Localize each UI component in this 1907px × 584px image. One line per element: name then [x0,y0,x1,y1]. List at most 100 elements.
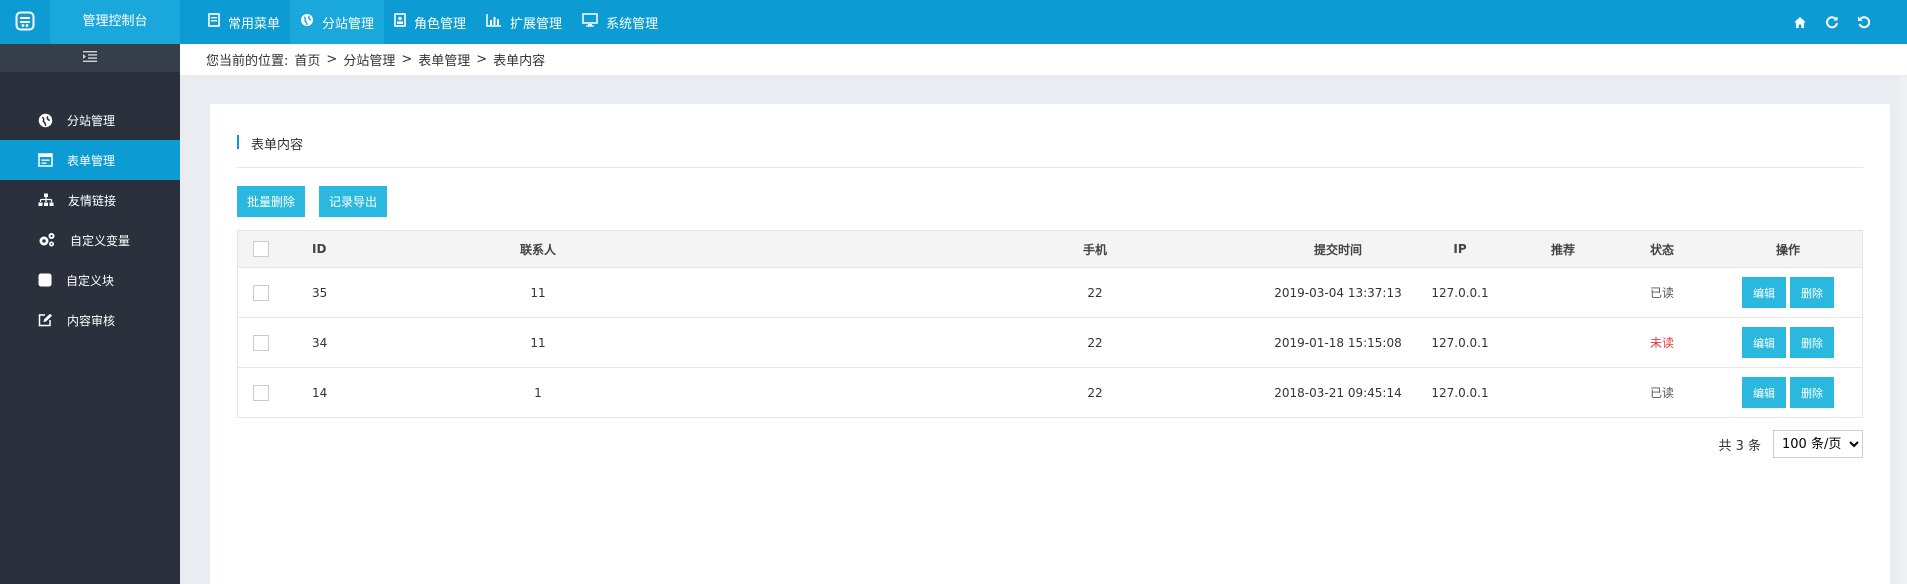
cell-operations: 编辑 删除 [1728,368,1848,417]
sidebar-item-custom-blocks[interactable]: 自定义块 [0,260,180,300]
breadcrumb-separator: > [476,52,488,67]
id-card-icon [394,13,406,31]
cell-ip: 127.0.0.1 [1431,385,1489,400]
breadcrumb-separator: > [401,52,413,67]
dashboard-logo-icon [15,11,35,34]
globe-icon [38,113,53,128]
edit-icon [38,313,53,327]
delete-button[interactable]: 删除 [1790,277,1834,308]
panel-title: 表单内容 [251,138,304,153]
edit-button[interactable]: 编辑 [1742,277,1786,308]
table-row: 34 11 22 2019-01-18 15:15:08 127.0.0.1 未… [238,317,1862,367]
select-all-checkbox[interactable] [253,241,269,257]
breadcrumb-home[interactable]: 首页 [294,50,320,69]
table-row: 14 1 22 2018-03-21 09:45:14 127.0.0.1 已读… [238,367,1862,417]
sidebar-item-label: 自定义变量 [70,233,131,248]
delete-button[interactable]: 删除 [1790,377,1834,408]
bar-chart-icon [486,13,502,31]
panel-title-accent [237,135,239,149]
square-icon [38,273,52,287]
sidebar-toggle[interactable] [0,44,180,72]
page-size-select[interactable]: 100 条/页 [1773,430,1863,458]
column-header-contact: 联系人 [519,242,556,257]
cell-status: 已读 [1649,286,1674,300]
top-nav-label: 系统管理 [606,16,659,32]
top-nav: 常用菜单 分站管理 角色管理 扩展管理 系统管理 [198,0,668,44]
cell-recommend [1533,318,1593,367]
form-records-table: ID 联系人 手机 提交时间 IP 推荐 状态 操作 35 11 22 2019… [237,230,1863,418]
breadcrumb-substation[interactable]: 分站管理 [343,50,395,69]
cell-id: 34 [312,335,328,350]
content-panel: 表单内容 批量删除 记录导出 ID 联系人 手机 提交时间 IP 推荐 状态 操… [210,104,1890,584]
column-header-id: ID [312,242,327,256]
top-tools [1793,0,1871,44]
row-select-cell [253,268,273,317]
top-nav-substation[interactable]: 分站管理 [290,0,385,44]
sidebar-item-label: 友情链接 [68,193,117,208]
edit-button[interactable]: 编辑 [1742,377,1786,408]
sidebar-item-content-review[interactable]: 内容审核 [0,300,180,340]
delete-button[interactable]: 删除 [1790,327,1834,358]
top-nav-label: 常用菜单 [228,16,281,32]
cell-submit-time: 2019-01-18 15:15:08 [1274,335,1402,350]
top-nav-common-menu[interactable]: 常用菜单 [198,0,290,44]
sidebar-item-forms[interactable]: 表单管理 [0,140,180,180]
edit-button[interactable]: 编辑 [1742,327,1786,358]
column-header-recommend: 推荐 [1550,242,1575,257]
monitor-icon [582,13,598,31]
sidebar-item-label: 自定义块 [66,273,115,288]
top-nav-extensions[interactable]: 扩展管理 [476,0,572,44]
sidebar: 分站管理 表单管理 友情链接 自定义变量 自定义块 内容审核 [0,44,180,584]
row-select-cell [253,318,273,367]
page-scrollbar[interactable] [1900,75,1907,584]
cell-contact: 11 [530,285,546,300]
column-header-ip: IP [1453,242,1467,256]
top-nav-system[interactable]: 系统管理 [572,0,668,44]
cell-id: 35 [312,285,328,300]
refresh-icon[interactable] [1825,15,1839,29]
panel-header: 表单内容 [237,133,1863,168]
sidebar-item-label: 分站管理 [67,113,116,128]
sidebar-item-links[interactable]: 友情链接 [0,180,180,220]
sidebar-item-label: 内容审核 [67,313,116,328]
table-row: 35 11 22 2019-03-04 13:37:13 127.0.0.1 已… [238,267,1862,317]
pagination: 共 3 条 100 条/页 [1718,430,1863,458]
row-checkbox[interactable] [253,384,269,401]
row-checkbox[interactable] [253,284,269,301]
column-header-operations: 操作 [1775,242,1800,257]
cell-status-unread: 未读 [1649,336,1674,350]
batch-delete-button[interactable]: 批量删除 [237,186,306,217]
cell-id: 14 [312,385,328,400]
cell-operations: 编辑 删除 [1728,268,1848,317]
row-checkbox[interactable] [253,334,269,351]
top-nav-label: 分站管理 [322,16,375,32]
sidebar-item-substation[interactable]: 分站管理 [0,100,180,140]
cell-operations: 编辑 删除 [1728,318,1848,367]
row-select-cell [253,368,273,417]
globe-icon [300,13,314,31]
breadcrumb-prefix: 您当前的位置: [206,54,289,69]
top-nav-label: 扩展管理 [510,16,563,32]
top-header: 管理控制台 常用菜单 分站管理 角色管理 扩展管理 系统管理 [0,0,1907,44]
book-icon [208,13,220,31]
sidebar-item-custom-vars[interactable]: 自定义变量 [0,220,180,260]
logo[interactable] [0,0,50,44]
cell-ip: 127.0.0.1 [1431,335,1489,350]
breadcrumb-separator: > [326,52,338,67]
cell-status: 已读 [1649,386,1674,400]
cell-phone: 22 [1087,385,1103,400]
breadcrumb: 您当前的位置: 首页 > 分站管理 > 表单管理 > 表单内容 [180,44,1907,75]
total-count: 共 3 条 [1718,438,1761,454]
menu-collapse-icon [83,51,97,65]
top-nav-roles[interactable]: 角色管理 [384,0,476,44]
home-icon[interactable] [1793,16,1807,29]
cell-submit-time: 2019-03-04 13:37:13 [1274,285,1402,300]
breadcrumb-forms[interactable]: 表单管理 [418,50,470,69]
export-records-button[interactable]: 记录导出 [319,186,388,217]
cell-contact: 11 [530,335,546,350]
cell-ip: 127.0.0.1 [1431,285,1489,300]
sidebar-item-label: 表单管理 [67,153,116,168]
logout-icon[interactable] [1857,15,1871,29]
cell-recommend [1533,368,1593,417]
top-nav-label: 角色管理 [414,16,467,32]
